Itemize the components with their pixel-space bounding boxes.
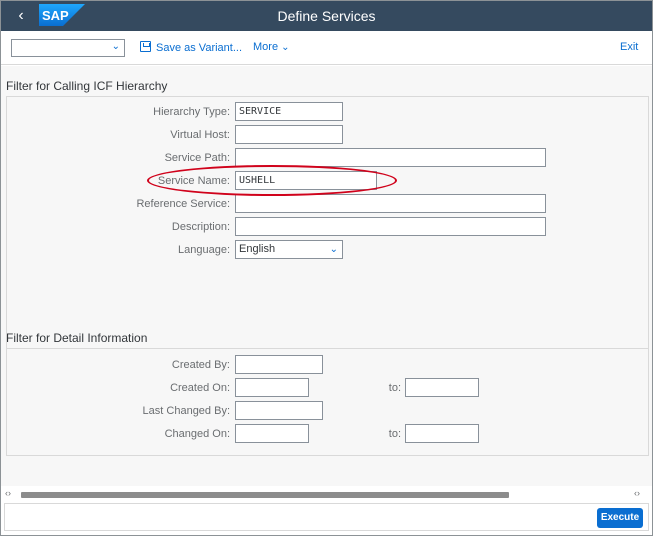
more-label: More [253,41,279,53]
description-input[interactable] [235,217,546,236]
description-label: Description: [171,221,230,233]
variant-select[interactable]: ⌄ [11,39,125,57]
more-button[interactable]: More ⌄ [253,41,290,53]
language-label: Language: [178,244,230,256]
reference-service-input[interactable] [235,194,546,213]
last-changed-by-input[interactable] [235,401,323,420]
save-as-variant-button[interactable]: Save as Variant... [140,41,242,54]
created-by-label: Created By: [171,359,230,371]
scrollbar-thumb[interactable] [21,492,509,498]
created-by-input[interactable] [235,355,323,374]
save-as-variant-label: Save as Variant... [156,42,243,54]
last-changed-by-label: Last Changed By: [142,405,230,417]
scroll-right-icon[interactable]: ‹› [634,488,640,498]
icf-section-title: Filter for Calling ICF Hierarchy [6,79,168,93]
virtual-host-label: Virtual Host: [170,129,230,141]
hierarchy-type-input[interactable]: SERVICE [235,102,343,121]
scroll-left-icon[interactable]: ‹› [5,488,11,498]
created-on-to-input[interactable] [405,378,479,397]
execute-button[interactable]: Execute [597,508,643,528]
language-select[interactable]: English ⌄ [235,240,343,259]
horizontal-scrollbar[interactable]: ‹› ‹› [1,488,652,501]
changed-on-from-input[interactable] [235,424,309,443]
save-icon [140,41,151,52]
changed-on-to-input[interactable] [405,424,479,443]
created-on-from-input[interactable] [235,378,309,397]
language-value: English [239,243,276,255]
created-on-to-label: to: [388,382,401,394]
created-on-label: Created On: [170,382,230,394]
shell-bar: ‹ SAP Define Services [1,1,652,31]
toolbar: ⌄ Save as Variant... More ⌄ Exit [1,31,652,65]
exit-button[interactable]: Exit [620,41,638,53]
changed-on-to-label: to: [388,428,401,440]
hierarchy-type-label: Hierarchy Type: [153,106,230,118]
page-title: Define Services [277,8,376,24]
changed-on-label: Changed On: [164,428,230,440]
detail-section-title: Filter for Detail Information [6,331,148,345]
chevron-down-icon: ⌄ [281,42,290,53]
service-path-label: Service Path: [164,152,230,164]
chevron-down-icon: ⌄ [329,244,338,255]
virtual-host-input[interactable] [235,125,343,144]
chevron-down-icon: ⌄ [111,41,120,52]
annotation-ellipse [147,165,397,196]
reference-service-label: Reference Service: [136,198,230,210]
footer-bar: Execute [4,503,649,531]
